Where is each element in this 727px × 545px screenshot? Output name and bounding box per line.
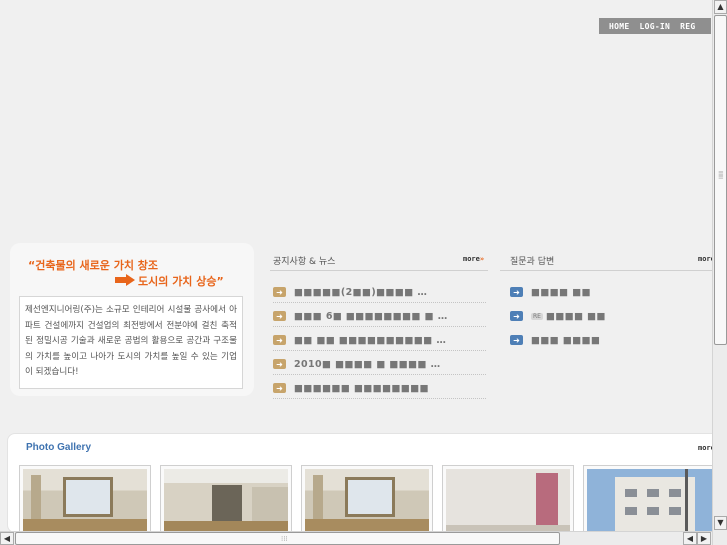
arrow-bullet-icon: ➜ — [273, 287, 286, 297]
vertical-scroll-thumb[interactable]: ≡ ≡ — [714, 15, 727, 345]
gallery-thumbnail[interactable] — [160, 465, 292, 535]
news-more-link[interactable]: more» — [463, 255, 484, 263]
news-item[interactable]: ➜ ■■ ■■ ■■■■■■■■■■ … — [273, 329, 486, 351]
qna-divider — [500, 270, 712, 271]
arrow-right-icon — [115, 274, 135, 286]
arrow-bullet-icon: ➜ — [273, 359, 286, 369]
arrow-bullet-icon: ➜ — [510, 335, 523, 345]
news-item[interactable]: ➜ ■■■ 6■ ■■■■■■■■ ■ … — [273, 305, 486, 327]
qna-item[interactable]: ➜ ■■■■ ■■ — [510, 282, 710, 302]
room-photo — [305, 469, 429, 531]
news-item[interactable]: ➜ ■■■■■■ ■■■■■■■■ — [273, 377, 486, 399]
news-item[interactable]: ➜ 2010■ ■■■■ ■ ■■■■ … — [273, 353, 486, 375]
gallery-thumbnail[interactable] — [583, 465, 723, 535]
nav-home-link[interactable]: HOME — [609, 22, 629, 31]
arrow-bullet-icon: ➜ — [273, 383, 286, 393]
top-nav: HOME LOG-IN REG — [599, 18, 711, 34]
slogan-line1: “건축물의 새로운 가치 창조 — [28, 259, 159, 272]
nav-register-link[interactable]: REG — [680, 22, 695, 31]
company-description: 제선엔지니어링(주)는 소규모 인테리어 시설물 공사에서 아파트 건설에까지 … — [19, 296, 243, 389]
gallery-thumbnail[interactable] — [301, 465, 433, 535]
slogan-line2: 도시의 가치 상승” — [138, 275, 224, 288]
qna-title: 질문과 답변 — [510, 257, 555, 267]
horizontal-scrollbar[interactable]: ◀ ⁞⁞⁞ ◀ ▶ — [0, 531, 712, 545]
horizontal-scroll-thumb[interactable]: ⁞⁞⁞ — [15, 532, 560, 545]
room-photo — [23, 469, 147, 531]
news-divider — [270, 270, 488, 271]
qna-item[interactable]: ➜ ■■■ ■■■■ — [510, 330, 710, 350]
qna-item[interactable]: ➜ RE ■■■■ ■■ — [510, 306, 710, 326]
reply-badge: RE — [531, 312, 543, 320]
scroll-left-button-2[interactable]: ◀ — [683, 532, 697, 545]
arrow-bullet-icon: ➜ — [273, 311, 286, 321]
gallery-thumbnail[interactable] — [19, 465, 151, 535]
news-item[interactable]: ➜ ■■■■■(2■■)■■■■ … — [273, 281, 486, 303]
gallery-title: Photo Gallery — [26, 442, 92, 453]
vertical-scrollbar[interactable]: ▲ ≡ ≡ ▼ — [712, 0, 727, 545]
arrow-bullet-icon: ➜ — [273, 335, 286, 345]
company-intro: “건축물의 새로운 가치 창조 도시의 가치 상승” 제선엔지니어링(주)는 소… — [10, 243, 254, 396]
photo-gallery: Photo Gallery more — [7, 433, 727, 535]
gallery-thumbnail[interactable] — [442, 465, 574, 535]
building-photo — [587, 469, 719, 531]
scroll-down-button[interactable]: ▼ — [714, 516, 727, 530]
nav-login-link[interactable]: LOG-IN — [639, 22, 670, 31]
room-photo — [446, 469, 570, 531]
arrow-bullet-icon: ➜ — [510, 287, 523, 297]
scroll-up-button[interactable]: ▲ — [714, 0, 727, 14]
room-photo — [164, 469, 288, 531]
scroll-left-button[interactable]: ◀ — [0, 532, 14, 545]
news-title: 공지사항 & 뉴스 — [273, 257, 336, 267]
scroll-right-button[interactable]: ▶ — [697, 532, 711, 545]
arrow-bullet-icon: ➜ — [510, 311, 523, 321]
